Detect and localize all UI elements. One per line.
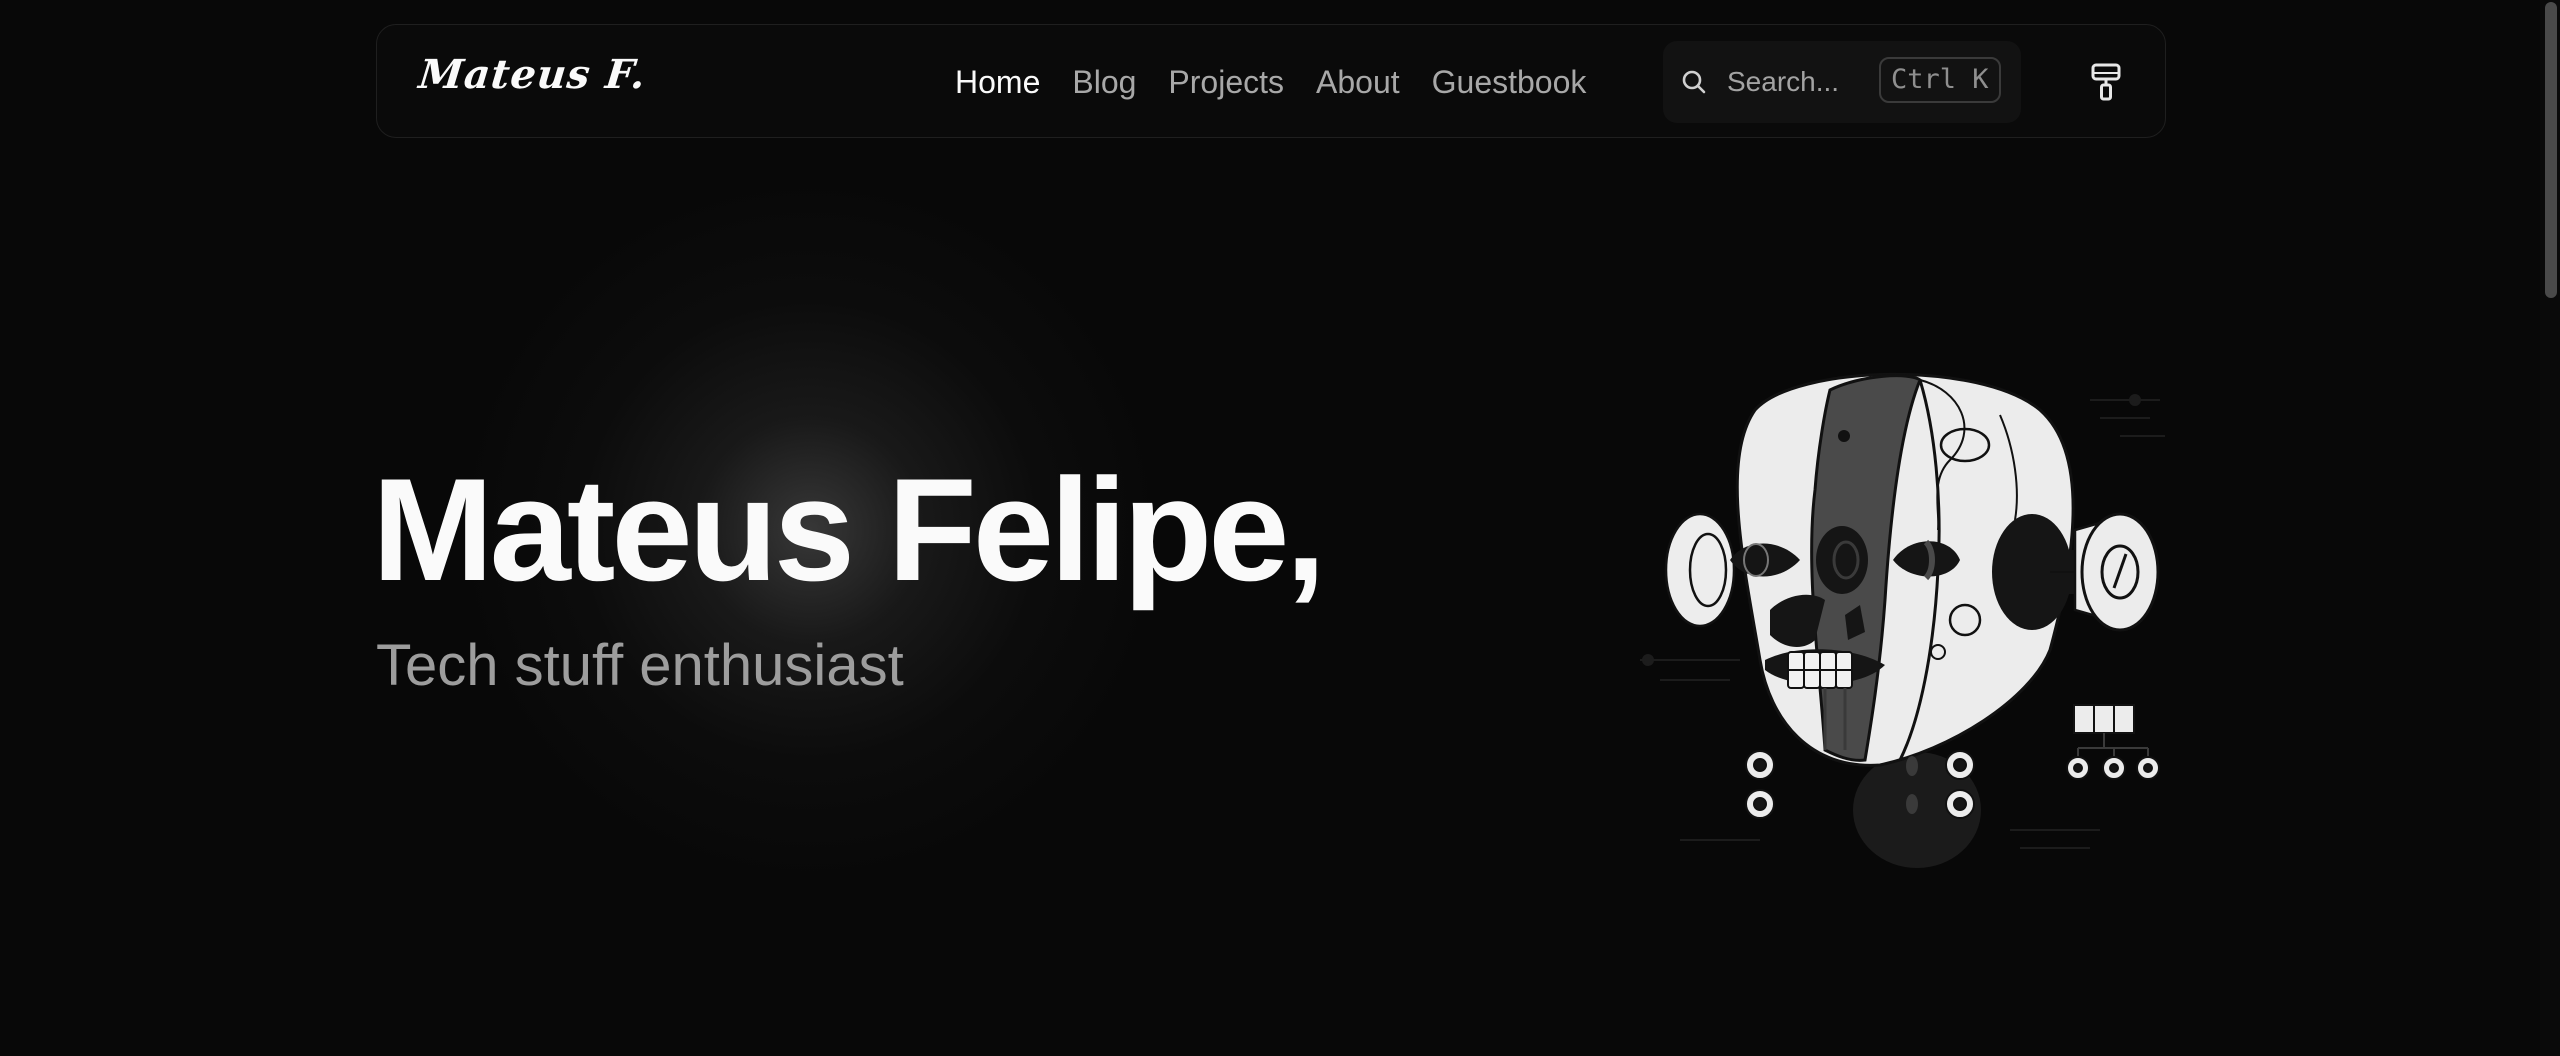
hero-title: Mateus Felipe, [372, 448, 1326, 611]
robot-head-illustration [1640, 372, 2165, 868]
nav-link-home[interactable]: Home [939, 64, 1056, 101]
paint-roller-icon [2091, 63, 2121, 101]
site-logo[interactable]: Mateus F. [417, 51, 649, 98]
page: Mateus F. Home Blog Projects About Guest… [0, 0, 2560, 1056]
nav-links: Home Blog Projects About Guestbook [939, 25, 1602, 139]
scrollbar[interactable] [2540, 0, 2560, 1056]
search-placeholder: Search... [1727, 66, 1840, 97]
search-icon [1682, 70, 1706, 94]
hero-subtitle: Tech stuff enthusiast [376, 633, 904, 698]
nav-link-blog[interactable]: Blog [1056, 64, 1152, 101]
search-input[interactable]: Search... Ctrl K [1663, 41, 2021, 123]
theme-button[interactable] [2077, 53, 2133, 109]
nav-link-guestbook[interactable]: Guestbook [1416, 64, 1603, 101]
navbar: Mateus F. Home Blog Projects About Guest… [376, 24, 2166, 138]
search-shortcut-badge: Ctrl K [1879, 57, 2001, 103]
nav-link-about[interactable]: About [1300, 64, 1416, 101]
scrollbar-thumb[interactable] [2545, 2, 2557, 298]
nav-link-projects[interactable]: Projects [1152, 64, 1300, 101]
